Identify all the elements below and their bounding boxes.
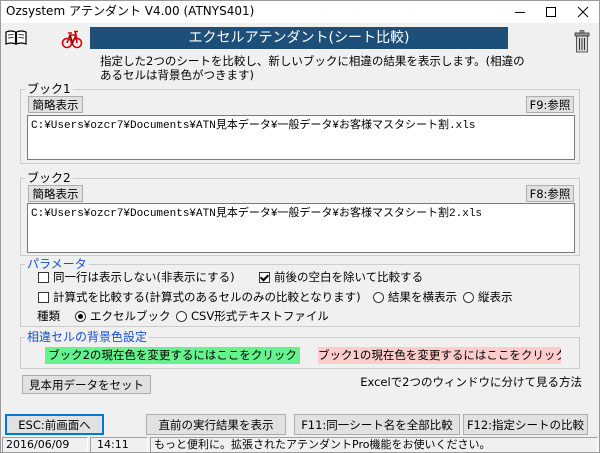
- compare-formulas-checkbox[interactable]: [38, 292, 49, 303]
- compare-selected-button[interactable]: F12:指定シートの比較: [463, 414, 588, 435]
- set-sample-data-button[interactable]: 見本用データをセット: [22, 375, 151, 394]
- bicycle-button[interactable]: [61, 29, 83, 50]
- compare-all-button[interactable]: F11:同一シート名を全部比較: [294, 414, 460, 435]
- output-csv-label[interactable]: CSV形式テキストファイル: [191, 309, 329, 323]
- layout-horizontal-label[interactable]: 結果を横表示: [388, 290, 457, 304]
- description-line-1: 指定した2つのシートを比較し、新しいブックに相違の結果を表示します。(相違の: [100, 54, 525, 68]
- close-icon: [577, 6, 588, 17]
- book1-legend: ブック1: [25, 82, 73, 96]
- maximize-button[interactable]: [535, 0, 566, 23]
- output-type-label: 種類: [37, 309, 60, 323]
- layout-vertical-label[interactable]: 縦表示: [478, 290, 513, 304]
- status-date: 2016/06/09: [2, 437, 88, 453]
- output-excel-radio[interactable]: [75, 311, 86, 322]
- trim-spaces-label[interactable]: 前後の空白を除いて比較する: [274, 270, 423, 284]
- back-button[interactable]: ESC:前画面へ: [5, 414, 104, 435]
- close-button[interactable]: [566, 0, 599, 23]
- maximize-icon: [545, 6, 556, 17]
- book2-color-button[interactable]: ブック2の現在色を変更するにはここをクリック: [45, 347, 300, 364]
- hide-same-rows-label[interactable]: 同一行は表示しない(非表示にする): [53, 270, 235, 284]
- bicycle-icon: [61, 30, 83, 49]
- page-title: エクセルアテンダント(シート比較): [90, 27, 508, 49]
- last-result-button[interactable]: 直前の実行結果を表示: [146, 414, 286, 435]
- hide-same-rows-checkbox[interactable]: [38, 272, 49, 283]
- params-legend: パラメータ: [25, 257, 89, 271]
- diff-colors-legend: 相違セルの背景色設定: [25, 330, 150, 344]
- layout-horizontal-radio[interactable]: [373, 292, 384, 303]
- book1-color-button[interactable]: ブック1の現在色を変更するにはここをクリック: [318, 347, 561, 364]
- book-icon: [5, 30, 27, 45]
- trim-spaces-checkbox[interactable]: [259, 272, 270, 283]
- status-time: 14:11: [90, 437, 148, 453]
- book2-legend: ブック2: [25, 171, 73, 185]
- book1-path-field[interactable]: C:¥Users¥ozcr7¥Documents¥ATN見本データ¥一般データ¥…: [27, 115, 575, 160]
- output-csv-radio[interactable]: [176, 311, 187, 322]
- book2-path-field[interactable]: C:¥Users¥ozcr7¥Documents¥ATN見本データ¥一般データ¥…: [27, 203, 575, 253]
- book1-summary-button[interactable]: 簡略表示: [28, 96, 83, 113]
- excel-tip-link[interactable]: Excelで2つのウィンドウに分けて見る方法: [330, 375, 582, 389]
- manual-button[interactable]: [5, 29, 27, 45]
- status-message: もっと便利に。拡張されたアテンダントPro機能をお使いください。: [150, 437, 598, 453]
- compare-formulas-label[interactable]: 計算式を比較する(計算式のあるセルのみの比較となります): [53, 290, 361, 304]
- window-title: Ozsystem アテンダント V4.00 (ATNYS401): [6, 4, 255, 18]
- book1-browse-button[interactable]: F9:参照: [526, 96, 574, 113]
- book2-summary-button[interactable]: 簡略表示: [28, 185, 83, 202]
- output-excel-label[interactable]: エクセルブック: [90, 309, 171, 323]
- exit-button[interactable]: [573, 30, 591, 53]
- minimize-button[interactable]: [504, 0, 535, 23]
- layout-vertical-radio[interactable]: [463, 292, 474, 303]
- minimize-icon: [514, 11, 525, 13]
- trash-icon: [574, 30, 590, 53]
- description-line-2: あるセルは背景色がつきます): [100, 68, 254, 82]
- book2-browse-button[interactable]: F8:参照: [526, 185, 574, 202]
